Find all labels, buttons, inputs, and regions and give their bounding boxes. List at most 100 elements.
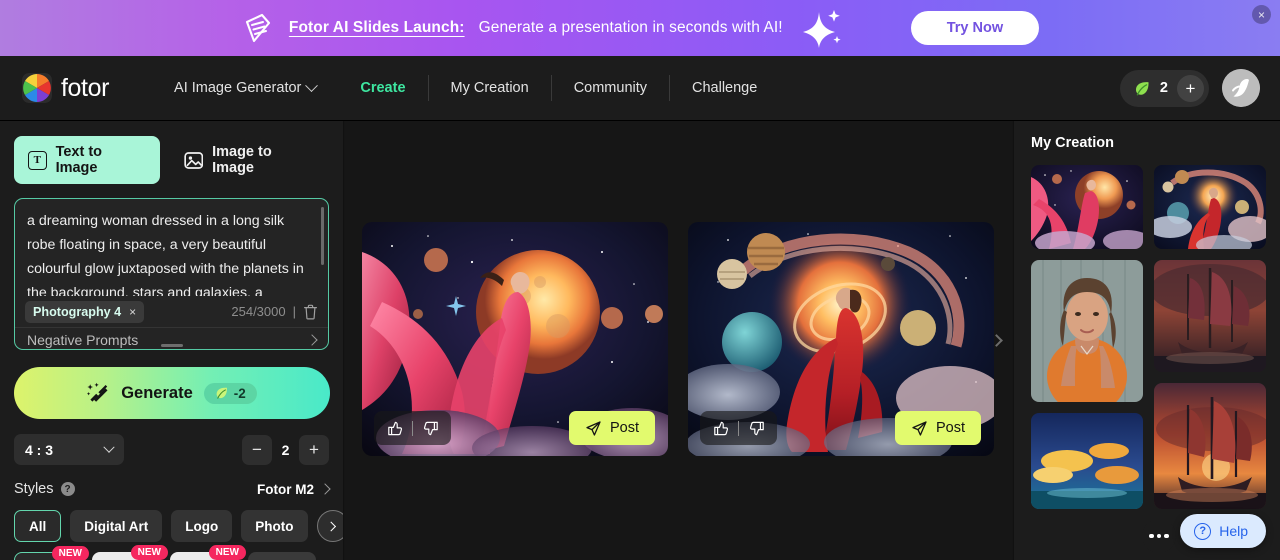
generate-cost-value: -2 xyxy=(233,385,246,401)
meta-divider: | xyxy=(292,304,296,319)
style-card[interactable]: NEW xyxy=(14,546,89,560)
style-category-chips: All Digital Art Logo Photo xyxy=(14,510,343,542)
generate-label: Generate xyxy=(121,383,193,402)
thumbnail-item[interactable] xyxy=(1154,260,1266,372)
thumbnail-item[interactable] xyxy=(1031,165,1143,249)
dot xyxy=(1149,533,1154,539)
dislike-button[interactable] xyxy=(739,411,773,445)
chevron-down-icon xyxy=(305,78,319,92)
help-button[interactable]: ? Help xyxy=(1180,514,1266,548)
dot xyxy=(1156,533,1162,539)
nav-items: AI Image Generator Create My Creation Co… xyxy=(152,56,779,120)
thumbnail-column xyxy=(1031,165,1143,509)
style-chip-digital-art[interactable]: Digital Art xyxy=(70,510,163,542)
prompt-meta: 254/3000 | xyxy=(231,304,318,320)
post-button[interactable]: Post xyxy=(568,411,655,445)
style-card[interactable] xyxy=(248,552,316,560)
generate-button[interactable]: Generate -2 xyxy=(14,367,330,419)
chevron-down-icon xyxy=(103,441,115,453)
image-icon xyxy=(183,151,203,169)
tab-image-to-image[interactable]: Image to Image xyxy=(170,136,329,184)
post-label: Post xyxy=(609,420,639,436)
close-icon[interactable]: × xyxy=(1252,5,1271,24)
thumbs-down-icon xyxy=(423,421,438,435)
credits-badge[interactable]: 2 + xyxy=(1119,69,1209,107)
thumbnail-item[interactable] xyxy=(1031,413,1143,509)
resize-handle[interactable] xyxy=(160,344,183,347)
leaf-icon xyxy=(1135,81,1149,95)
nav-item-challenge[interactable]: Challenge xyxy=(669,75,779,101)
nav-item-create[interactable]: Create xyxy=(338,75,427,101)
next-categories-button[interactable] xyxy=(316,510,343,542)
nav-item-ai-image-generator[interactable]: AI Image Generator xyxy=(152,75,338,101)
thumbnail-item[interactable] xyxy=(1154,165,1266,249)
dislike-button[interactable] xyxy=(413,411,447,445)
close-icon[interactable]: × xyxy=(129,305,136,319)
style-chip-all[interactable]: All xyxy=(14,510,62,542)
send-icon xyxy=(586,420,601,436)
app-root: Fotor AI Slides Launch: Generate a prese… xyxy=(0,0,1280,560)
logo[interactable]: fotor xyxy=(22,73,109,103)
question-icon: ? xyxy=(1194,522,1212,540)
help-icon[interactable]: ? xyxy=(60,482,75,496)
thumbnail-column xyxy=(1154,165,1266,509)
post-button[interactable]: Post xyxy=(894,411,981,445)
char-counter: 254/3000 xyxy=(231,304,286,319)
next-results-button[interactable] xyxy=(985,320,1007,362)
tab-label: Text to Image xyxy=(55,144,103,176)
chevron-right-icon xyxy=(326,521,337,531)
creation-image xyxy=(1154,383,1266,509)
thumbnail-item[interactable] xyxy=(1031,260,1143,402)
results-canvas: Post Post xyxy=(345,121,1012,560)
result-image-card[interactable]: Post xyxy=(362,222,668,456)
new-badge: NEW xyxy=(51,546,89,560)
try-now-button[interactable]: Try Now xyxy=(910,11,1040,45)
style-card[interactable]: NEW xyxy=(170,545,246,560)
my-creation-sidebar: My Creation ? Help xyxy=(1013,121,1280,560)
style-tag-label: Photography 4 xyxy=(33,304,122,319)
style-card[interactable]: NEW xyxy=(92,545,168,560)
thumbnail-item[interactable] xyxy=(1154,383,1266,509)
prompt-scrollbar[interactable] xyxy=(321,207,324,265)
output-settings-row: 4 : 3 − 2 + xyxy=(14,434,329,465)
new-badge: NEW xyxy=(208,545,246,560)
aspect-ratio-value: 4 : 3 xyxy=(25,441,54,458)
thumbs-up-icon xyxy=(713,421,728,435)
like-button[interactable] xyxy=(704,411,738,445)
add-credits-button[interactable]: + xyxy=(1177,74,1204,102)
left-sidebar: T Text to Image Image to Image a dreamin… xyxy=(0,121,344,560)
aspect-ratio-select[interactable]: 4 : 3 xyxy=(14,434,124,465)
decrease-count-button[interactable]: − xyxy=(242,434,272,465)
promo-headline: Fotor AI Slides Launch: xyxy=(288,19,465,36)
avatar[interactable] xyxy=(1222,69,1260,107)
result-image-card[interactable]: Post xyxy=(688,222,994,456)
nav-item-community[interactable]: Community xyxy=(550,75,669,101)
model-selector[interactable]: Fotor M2 xyxy=(257,482,331,497)
chevron-right-icon xyxy=(989,334,1003,347)
style-chip-photo[interactable]: Photo xyxy=(241,510,308,542)
like-button[interactable] xyxy=(378,411,412,445)
nav-item-my-creation[interactable]: My Creation xyxy=(427,75,551,101)
chevron-right-icon xyxy=(306,333,318,346)
increase-count-button[interactable]: + xyxy=(299,434,329,465)
prompt-input[interactable]: a dreaming woman dressed in a long silk … xyxy=(15,199,328,296)
mode-tabs: T Text to Image Image to Image xyxy=(14,136,329,184)
prompt-tag-row: Photography 4 × 254/3000 | xyxy=(15,296,328,328)
promo-banner: Fotor AI Slides Launch: Generate a prese… xyxy=(0,0,1280,56)
thumbs-up-icon xyxy=(387,421,402,435)
style-tag-photography-4[interactable]: Photography 4 × xyxy=(25,300,145,323)
promo-banner-content: Fotor AI Slides Launch: Generate a prese… xyxy=(241,8,1040,48)
send-icon xyxy=(912,420,927,436)
credits-count: 2 xyxy=(1159,80,1168,96)
more-options-button[interactable] xyxy=(1142,519,1176,553)
style-chip-logo[interactable]: Logo xyxy=(171,510,233,542)
fotor-logo-icon xyxy=(22,73,52,103)
creation-image xyxy=(1031,165,1143,249)
chevron-right-icon xyxy=(319,483,331,495)
text-icon: T xyxy=(28,150,47,170)
tab-text-to-image[interactable]: T Text to Image xyxy=(14,136,160,184)
new-badge: NEW xyxy=(130,545,168,560)
prompt-editor[interactable]: a dreaming woman dressed in a long silk … xyxy=(14,198,329,350)
trash-icon[interactable] xyxy=(303,304,318,320)
dot xyxy=(1164,533,1169,539)
